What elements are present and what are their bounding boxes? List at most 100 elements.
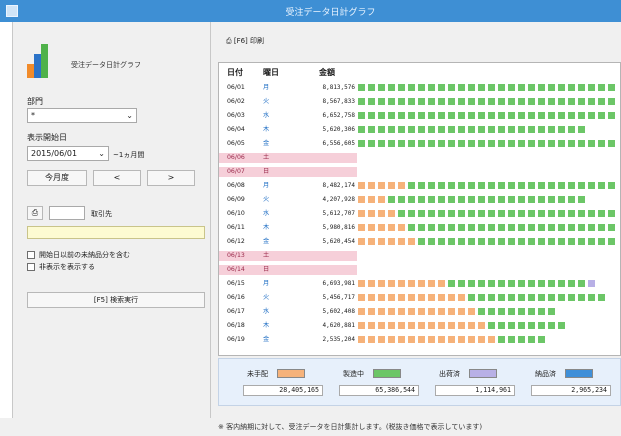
bar-cell [507, 181, 516, 190]
bar-cell [437, 111, 446, 120]
bar-cell [417, 125, 426, 134]
header-dow: 曜日 [263, 68, 279, 77]
bar-cell [487, 111, 496, 120]
bar-cell [537, 181, 546, 190]
bar-cell [417, 195, 426, 204]
table-row[interactable]: 06/06 土 [219, 153, 620, 163]
row-amount: 8,813,576 [322, 84, 355, 91]
bar-cell [447, 83, 456, 92]
bar-cell [517, 195, 526, 204]
bar-cell [487, 181, 496, 190]
bar-cell [487, 195, 496, 204]
row-date: 06/02 [227, 98, 245, 105]
table-row[interactable]: 06/17 水 5,602,408 [219, 307, 620, 317]
bar-cell [517, 83, 526, 92]
bar-cell [377, 279, 386, 288]
print-button[interactable]: ⎙ [F6] 印刷 [226, 36, 264, 50]
bar-cell [437, 237, 446, 246]
daily-grid: 日付 曜日 金額 06/01 月 8,813,576 06/02 火 8,567,833 0… [218, 62, 621, 356]
dept-value: * [31, 111, 35, 120]
table-row[interactable]: 06/11 木 5,980,816 [219, 223, 620, 233]
dept-select[interactable]: * ⌄ [27, 108, 137, 123]
row-date: 06/18 [227, 322, 245, 329]
bar-cell [587, 209, 596, 218]
bar-cell [577, 83, 586, 92]
table-row[interactable]: 06/14 日 [219, 265, 620, 275]
row-date: 06/04 [227, 126, 245, 133]
bar-cell [477, 83, 486, 92]
option1-checkbox[interactable] [27, 251, 35, 259]
bar-cell [557, 181, 566, 190]
bar-cell [487, 209, 496, 218]
prev-button[interactable]: < [93, 170, 141, 186]
table-row[interactable]: 06/05 金 6,556,605 [219, 139, 620, 149]
bar-cell [547, 83, 556, 92]
bar-cell [397, 209, 406, 218]
table-row[interactable]: 06/12 金 5,620,454 [219, 237, 620, 247]
bar-cell [447, 321, 456, 330]
legend-label: 製造中 [343, 370, 364, 378]
bar-cell [367, 237, 376, 246]
bar-cell [597, 237, 606, 246]
app-name: 受注データ日計グラフ [71, 61, 141, 69]
client-label: 取引先 [91, 210, 112, 218]
bar-cell [387, 111, 396, 120]
this-month-button[interactable]: 今月度 [27, 170, 87, 186]
bar-cell [387, 209, 396, 218]
bar-cell [577, 209, 586, 218]
footer-left [0, 418, 212, 436]
bar-cell [567, 209, 576, 218]
bar-cell [457, 111, 466, 120]
next-button[interactable]: > [147, 170, 195, 186]
row-amount: 6,556,605 [322, 140, 355, 147]
table-row[interactable]: 06/01 月 8,813,576 [219, 83, 620, 93]
client-search-button[interactable]: ⎙ [27, 206, 43, 220]
table-row[interactable]: 06/16 火 5,456,717 [219, 293, 620, 303]
row-date: 06/12 [227, 238, 245, 245]
table-row[interactable]: 06/04 木 5,620,306 [219, 125, 620, 135]
table-row[interactable]: 06/18 木 4,620,881 [219, 321, 620, 331]
bar-cell [477, 111, 486, 120]
bar-cell [537, 237, 546, 246]
table-row[interactable]: 06/19 金 2,535,204 [219, 335, 620, 345]
bar-cell [417, 139, 426, 148]
bar-cell [477, 97, 486, 106]
bar-cell [577, 139, 586, 148]
bar-cell [387, 139, 396, 148]
bar-cell [447, 209, 456, 218]
bar-cell [357, 293, 366, 302]
start-date-picker[interactable]: 2015/06/01 ⌄ [27, 146, 109, 161]
bar-cell [447, 223, 456, 232]
bar-cell [507, 209, 516, 218]
table-row[interactable]: 06/09 火 4,207,928 [219, 195, 620, 205]
search-button[interactable]: [F5] 検索実行 [27, 292, 205, 308]
row-day-of-week: 水 [263, 308, 270, 315]
table-row[interactable]: 06/10 水 5,612,707 [219, 209, 620, 219]
table-row[interactable]: 06/13 土 [219, 251, 620, 261]
table-row[interactable]: 06/03 水 6,652,758 [219, 111, 620, 121]
table-row[interactable]: 06/02 火 8,567,833 [219, 97, 620, 107]
bar-cell [427, 111, 436, 120]
table-row[interactable]: 06/15 月 6,693,981 [219, 279, 620, 289]
bar-cell [517, 307, 526, 316]
bar-cell [437, 321, 446, 330]
bar-cell [497, 321, 506, 330]
bar-cell [467, 335, 476, 344]
bar-cell [527, 335, 536, 344]
bar-cell [527, 237, 536, 246]
table-row[interactable]: 06/08 月 8,482,174 [219, 181, 620, 191]
row-date: 06/06 [227, 154, 245, 161]
option2-label: 非表示を表示する [39, 263, 95, 271]
title-bar: 受注データ日計グラフ [0, 0, 621, 22]
bar-cell [417, 83, 426, 92]
bar-cell [377, 209, 386, 218]
bar-cell [467, 125, 476, 134]
client-code-input[interactable] [49, 206, 85, 220]
table-row[interactable]: 06/07 日 [219, 167, 620, 177]
client-name-field[interactable] [27, 226, 205, 239]
bar-cell [547, 181, 556, 190]
bar-cell [567, 111, 576, 120]
option2-checkbox[interactable] [27, 263, 35, 271]
row-date: 06/01 [227, 84, 245, 91]
bar-cell [577, 97, 586, 106]
